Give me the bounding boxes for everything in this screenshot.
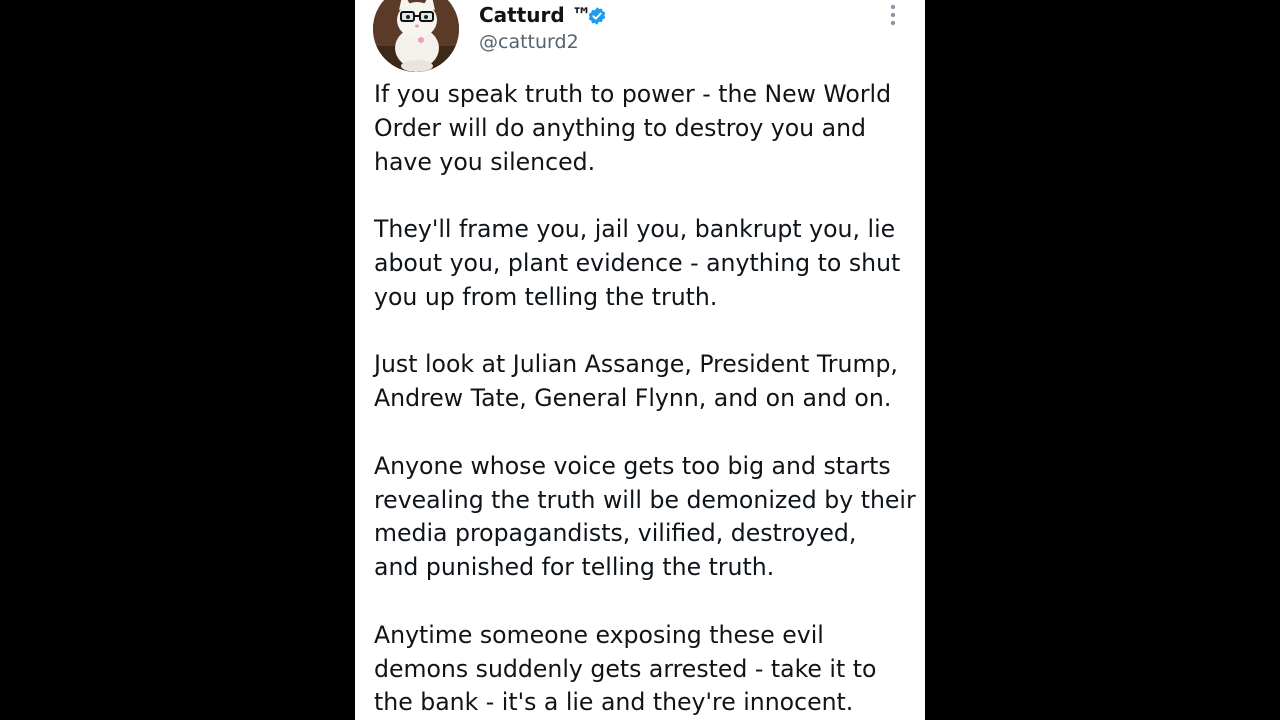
verified-badge-icon	[588, 7, 606, 25]
tweet-line: Anytime someone exposing these evil	[374, 620, 824, 649]
tweet-line: and punished for telling the truth.	[374, 553, 775, 582]
tweet-line: media propagandists, vilified, destroyed…	[374, 519, 857, 548]
video-frame: Catturd ™ @catturd2 If you speak truth t…	[0, 0, 1280, 720]
tweet-paragraph: They'll frame you, jail you, bankrupt yo…	[374, 213, 914, 314]
tweet-line: revealing the truth will be demonized by…	[374, 485, 916, 514]
avatar[interactable]	[373, 0, 459, 72]
tweet-line: demons suddenly gets arrested - take it …	[374, 654, 877, 683]
author-display-name[interactable]: Catturd ™	[479, 2, 592, 28]
tweet-paragraph: Anyone whose voice gets too big and star…	[374, 450, 916, 585]
tweet-paragraph: If you speak truth to power - the New Wo…	[374, 78, 914, 179]
cat-avatar-icon	[373, 0, 459, 72]
tweet-text: If you speak truth to power - the New Wo…	[374, 78, 916, 720]
tweet-line: They'll frame you, jail you, bankrupt yo…	[374, 215, 896, 244]
tweet-line: Just look at Julian Assange, President T…	[374, 350, 898, 379]
tweet-line: about you, plant evidence - anything to …	[374, 248, 901, 277]
more-options-icon[interactable]	[885, 3, 901, 27]
tweet-line: you up from telling the truth.	[374, 282, 718, 311]
tweet-card: Catturd ™ @catturd2 If you speak truth t…	[355, 0, 925, 720]
tweet-line: Anyone whose voice gets too big and star…	[374, 451, 891, 480]
tweet-line: Andrew Tate, General Flynn, and on and o…	[374, 384, 892, 413]
tweet-line: have you silenced.	[374, 147, 596, 176]
tweet-line: Order will do anything to destroy you an…	[374, 113, 867, 142]
tweet-line: the bank - it's a lie and they're innoce…	[374, 688, 854, 717]
author-handle[interactable]: @catturd2	[479, 30, 579, 54]
tweet-line: If you speak truth to power - the New Wo…	[374, 80, 892, 108]
tweet-paragraph: Anytime someone exposing these evil demo…	[374, 619, 914, 720]
tweet-paragraph: Just look at Julian Assange, President T…	[374, 348, 914, 416]
